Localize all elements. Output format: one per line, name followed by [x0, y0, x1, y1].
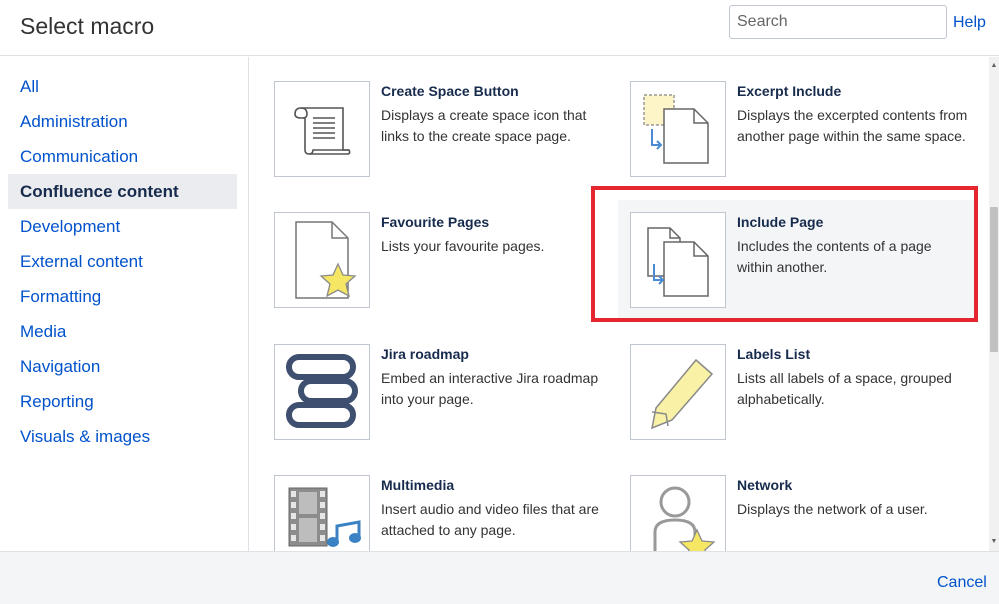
- macro-excerpt-include[interactable]: Excerpt Include Displays the excerpted c…: [630, 81, 974, 201]
- category-media[interactable]: Media: [8, 314, 237, 349]
- macro-jira-roadmap[interactable]: Jira roadmap Embed an interactive Jira r…: [274, 344, 618, 464]
- macro-name: Labels List: [737, 346, 811, 362]
- film-music-icon: [274, 475, 370, 551]
- category-formatting[interactable]: Formatting: [8, 279, 237, 314]
- label-tag-icon: [630, 344, 726, 440]
- macro-description: Lists your favourite pages.: [381, 238, 545, 254]
- user-star-icon: [630, 475, 726, 551]
- excerpt-include-icon: [630, 81, 726, 177]
- cancel-button[interactable]: Cancel: [937, 574, 987, 592]
- macro-name: Jira roadmap: [381, 346, 469, 362]
- category-administration[interactable]: Administration: [8, 104, 237, 139]
- help-link[interactable]: Help: [953, 14, 986, 32]
- dialog-footer: Cancel: [0, 551, 999, 604]
- scrollbar-thumb[interactable]: [990, 207, 998, 352]
- category-confluence-content[interactable]: Confluence content: [8, 174, 237, 209]
- macro-name: Excerpt Include: [737, 83, 842, 99]
- macro-name: Include Page: [737, 214, 824, 230]
- dialog-header: Select macro Help: [0, 0, 999, 56]
- macro-favourite-pages[interactable]: Favourite Pages Lists your favourite pag…: [274, 212, 618, 332]
- macro-description: Embed an interactive Jira roadmap into y…: [381, 370, 599, 407]
- dialog-title: Select macro: [20, 13, 155, 39]
- macro-name: Network: [737, 477, 793, 493]
- macro-description: Includes the contents of a page within a…: [737, 238, 932, 275]
- roadmap-bars-icon: [274, 344, 370, 440]
- scroll-down-arrow-icon[interactable]: ▼: [989, 537, 999, 547]
- macro-grid: Create Space Button Displays a create sp…: [250, 57, 999, 551]
- macro-description: Displays a create space icon that links …: [381, 107, 587, 144]
- include-page-icon: [630, 212, 726, 308]
- macro-description: Insert audio and video files that are at…: [381, 501, 599, 538]
- category-development[interactable]: Development: [8, 209, 237, 244]
- macro-include-page[interactable]: Include Page Includes the contents of a …: [618, 200, 974, 320]
- category-navigation[interactable]: Navigation: [8, 349, 237, 384]
- category-reporting[interactable]: Reporting: [8, 384, 237, 419]
- category-all[interactable]: All: [8, 69, 237, 104]
- macro-name: Create Space Button: [381, 83, 519, 99]
- page-star-icon: [274, 212, 370, 308]
- category-sidebar: All Administration Communication Conflue…: [0, 57, 249, 551]
- category-external-content[interactable]: External content: [8, 244, 237, 279]
- content-scrollbar[interactable]: ▲ ▼: [989, 57, 999, 551]
- macro-description: Lists all labels of a space, grouped alp…: [737, 370, 952, 407]
- macro-labels-list[interactable]: Labels List Lists all labels of a space,…: [630, 344, 974, 464]
- macro-network[interactable]: Network Displays the network of a user.: [630, 475, 974, 551]
- scroll-document-icon: [274, 81, 370, 177]
- scroll-up-arrow-icon[interactable]: ▲: [989, 61, 999, 71]
- macro-multimedia[interactable]: Multimedia Insert audio and video files …: [274, 475, 618, 551]
- macro-description: Displays the network of a user.: [737, 501, 928, 517]
- macro-name: Multimedia: [381, 477, 455, 493]
- category-communication[interactable]: Communication: [8, 139, 237, 174]
- category-visuals-images[interactable]: Visuals & images: [8, 419, 237, 454]
- macro-description: Displays the excerpted contents from ano…: [737, 107, 968, 144]
- macro-name: Favourite Pages: [381, 214, 490, 230]
- search-input[interactable]: [729, 5, 947, 39]
- macro-create-space-button[interactable]: Create Space Button Displays a create sp…: [274, 81, 618, 201]
